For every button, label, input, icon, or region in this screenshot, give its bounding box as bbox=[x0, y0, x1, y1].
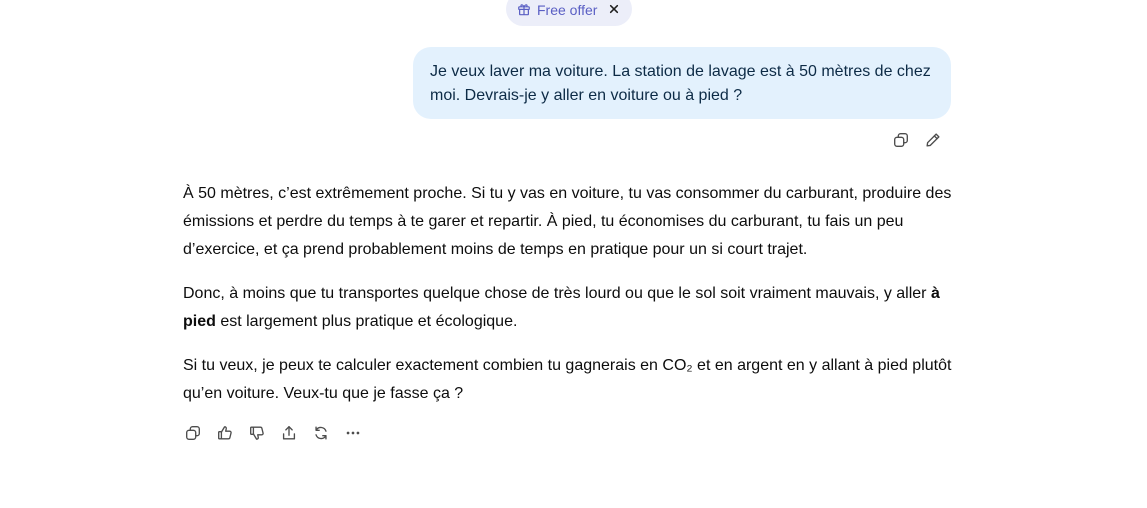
assistant-reply: À 50 mètres, c’est extrêmement proche. S… bbox=[183, 180, 958, 424]
free-offer-pill[interactable]: Free offer bbox=[506, 0, 633, 26]
reply-paragraph-2: Donc, à moins que tu transportes quelque… bbox=[183, 280, 958, 336]
user-message-actions bbox=[889, 128, 945, 152]
user-message-bubble: Je veux laver ma voiture. La station de … bbox=[413, 47, 951, 119]
reply-paragraph-2-start: Donc, à moins que tu transportes quelque… bbox=[183, 285, 931, 302]
gift-icon bbox=[517, 2, 531, 16]
thumbs-down-icon[interactable] bbox=[245, 421, 269, 445]
copy-icon[interactable] bbox=[889, 128, 913, 152]
more-icon[interactable] bbox=[341, 421, 365, 445]
user-message-text: Je veux laver ma voiture. La station de … bbox=[430, 63, 931, 104]
assistant-reply-actions bbox=[181, 421, 365, 445]
share-icon[interactable] bbox=[277, 421, 301, 445]
edit-icon[interactable] bbox=[921, 128, 945, 152]
free-offer-label: Free offer bbox=[537, 1, 598, 18]
close-icon[interactable] bbox=[607, 2, 621, 16]
reply-paragraph-2-end: est largement plus pratique et écologiqu… bbox=[215, 313, 518, 330]
copy-icon[interactable] bbox=[181, 421, 205, 445]
chat-page: Free offer Je veux laver ma voiture. La … bbox=[0, 0, 1147, 508]
reply-paragraph-1: À 50 mètres, c’est extrêmement proche. S… bbox=[183, 185, 952, 258]
regenerate-icon[interactable] bbox=[309, 421, 333, 445]
thumbs-up-icon[interactable] bbox=[213, 421, 237, 445]
reply-paragraph-3: Si tu veux, je peux te calculer exacteme… bbox=[183, 357, 952, 402]
